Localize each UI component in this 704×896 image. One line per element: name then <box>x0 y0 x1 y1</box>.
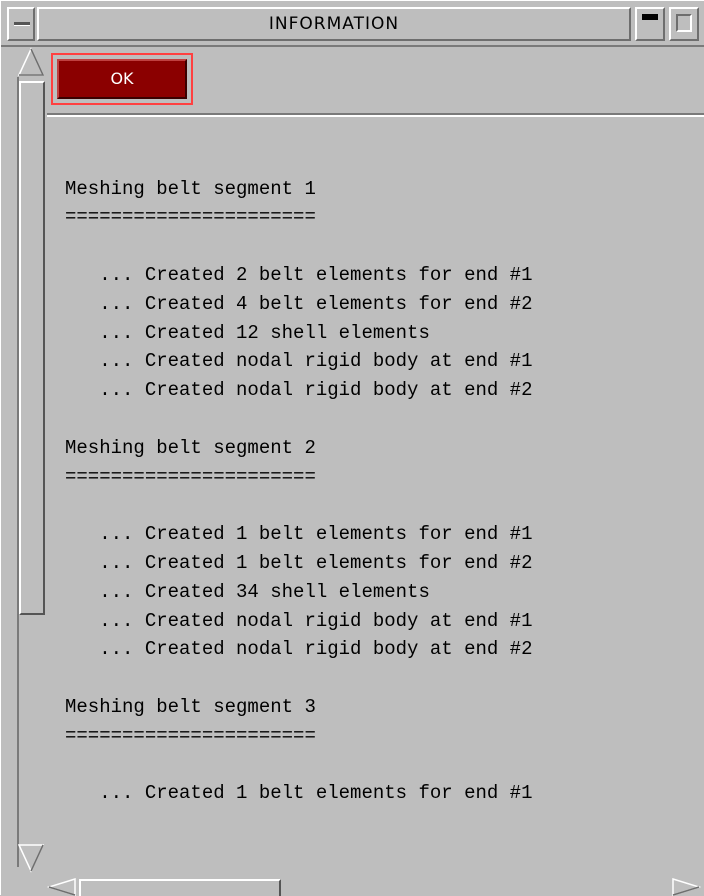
arrow-right-icon[interactable] <box>671 877 701 896</box>
arrow-down-icon[interactable] <box>17 843 45 873</box>
log-line: Meshing belt segment 3 <box>65 695 316 718</box>
window-menu-icon <box>14 22 30 26</box>
minimize-button[interactable] <box>635 7 665 41</box>
log-line: ... Created nodal rigid body at end #1 <box>65 609 533 632</box>
log-line: ... Created 1 belt elements for end #1 <box>65 523 533 546</box>
log-line: ... Created 2 belt elements for end #1 <box>65 263 533 286</box>
maximize-button[interactable] <box>669 7 699 41</box>
ok-button-focus-frame: OK <box>51 53 193 105</box>
horizontal-scrollbar[interactable] <box>1 875 704 896</box>
log-line: Meshing belt segment 1 <box>65 177 316 200</box>
log-line: ... Created 1 belt elements for end #1 <box>65 782 533 805</box>
horizontal-scroll-thumb[interactable] <box>79 879 281 896</box>
information-window: INFORMATION OK Meshing belt segment 1 ===… <box>0 0 704 896</box>
log-line: ====================== <box>65 206 316 229</box>
information-log: Meshing belt segment 1 ==================… <box>65 117 701 875</box>
ok-button[interactable]: OK <box>57 59 187 99</box>
log-line: ... Created 4 belt elements for end #2 <box>65 292 533 315</box>
arrow-left-icon[interactable] <box>47 877 77 896</box>
log-line: ... Created nodal rigid body at end #2 <box>65 379 533 402</box>
vertical-scroll-thumb[interactable] <box>19 81 45 615</box>
log-line: ... Created nodal rigid body at end #1 <box>65 350 533 373</box>
log-line: ====================== <box>65 724 316 747</box>
window-menu-button[interactable] <box>7 7 35 41</box>
log-line: ... Created 1 belt elements for end #2 <box>65 551 533 574</box>
window-title: INFORMATION <box>37 7 631 41</box>
log-line: ... Created nodal rigid body at end #2 <box>65 638 533 661</box>
log-line: ... Created 12 shell elements <box>65 321 430 344</box>
minimize-icon <box>642 14 658 20</box>
arrow-up-icon[interactable] <box>17 47 45 77</box>
log-line: ====================== <box>65 465 316 488</box>
title-bar[interactable]: INFORMATION <box>1 1 704 47</box>
log-line: ... Created 34 shell elements <box>65 580 430 603</box>
log-line: Meshing belt segment 2 <box>65 436 316 459</box>
vertical-scrollbar[interactable] <box>1 47 47 875</box>
maximize-icon <box>676 14 692 32</box>
